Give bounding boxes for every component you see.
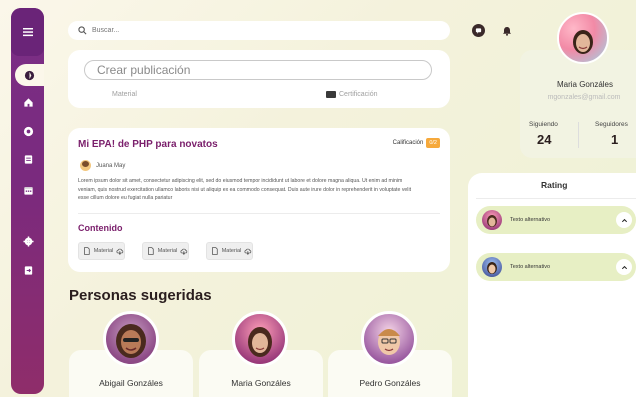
sidebar: [11, 8, 44, 394]
chevron-up-icon: [621, 265, 627, 269]
profile-email: mgonzales@gmail.com: [547, 94, 621, 101]
cloud-download-icon: [180, 248, 188, 255]
messages-button[interactable]: [472, 24, 485, 37]
post-body: Lorem ipsum dolor sit amet, consectetur …: [78, 178, 412, 201]
create-option-label: Certificación: [339, 91, 378, 98]
rating-item[interactable]: Texto alternativo: [476, 206, 636, 234]
notifications-button[interactable]: [500, 24, 513, 37]
post-card: Mi EPA! de PHP para novatos Calificación…: [68, 128, 450, 272]
avatar[interactable]: [232, 311, 288, 367]
notification-icon: [502, 26, 511, 36]
sidebar-item-calendar[interactable]: [20, 182, 36, 198]
rating-item-label: Texto alternativo: [510, 217, 551, 223]
post-title[interactable]: Mi EPA! de PHP para novatos: [78, 139, 218, 150]
menu-button[interactable]: [11, 8, 44, 56]
search-icon: [78, 26, 87, 35]
suggested-title: Personas sugeridas: [69, 287, 212, 304]
sidebar-item-logout[interactable]: [20, 262, 36, 278]
suggested-name: Abigail Gonzáles: [99, 378, 163, 388]
material-label: Material: [221, 248, 242, 254]
calendar-icon: [23, 186, 33, 195]
divider: [578, 122, 579, 148]
sidebar-item-explore[interactable]: [15, 64, 44, 86]
material-label: Material: [93, 248, 114, 254]
logout-icon: [24, 265, 32, 275]
sidebar-item-documents[interactable]: [20, 151, 36, 167]
material-chip[interactable]: Material: [78, 242, 125, 260]
suggested-name: Pedro Gonzáles: [359, 378, 421, 388]
search-input[interactable]: [92, 27, 392, 34]
sidebar-item-records[interactable]: [20, 123, 36, 139]
following-label: Siguiendo: [529, 121, 558, 128]
settings-icon: [22, 235, 34, 247]
create-post-input[interactable]: Crear publicación: [84, 60, 432, 80]
record-icon: [23, 126, 33, 136]
rating-title: Rating: [541, 180, 568, 190]
avatar[interactable]: [361, 311, 417, 367]
sidebar-item-settings[interactable]: [20, 233, 36, 249]
avatar[interactable]: [103, 311, 159, 367]
message-icon: [475, 28, 482, 34]
document-icon: [148, 247, 154, 255]
document-icon: [84, 247, 90, 255]
create-option-material[interactable]: Material: [112, 91, 137, 98]
home-icon: [23, 97, 33, 107]
grade-badge: 0/2: [426, 138, 440, 148]
expand-button[interactable]: [616, 259, 632, 275]
divider: [476, 198, 636, 199]
material-label: Material: [157, 248, 178, 254]
avatar: [80, 160, 91, 171]
divider: [78, 213, 440, 214]
profile-avatar[interactable]: [557, 12, 609, 64]
rating-item[interactable]: Texto alternativo: [476, 253, 636, 281]
post-grade: Calificación 0/2: [393, 138, 440, 148]
expand-button[interactable]: [616, 212, 632, 228]
profile-name: Maria Gonzáles: [556, 80, 614, 89]
suggested-name: Maria Gonzáles: [231, 378, 291, 388]
app-page: Crear publicación Material Certificación…: [0, 0, 636, 397]
material-chip[interactable]: Material: [206, 242, 253, 260]
sidebar-item-home[interactable]: [20, 94, 36, 110]
cloud-download-icon: [244, 248, 252, 255]
search-bar[interactable]: [68, 21, 450, 40]
certificate-icon: [326, 91, 336, 98]
followers-label: Seguidores: [595, 121, 628, 128]
followers-count[interactable]: 1: [611, 132, 618, 147]
cloud-download-icon: [116, 248, 124, 255]
avatar: [482, 210, 502, 230]
grade-label: Calificación: [392, 140, 424, 146]
content-heading: Contenido: [78, 223, 123, 233]
document-icon: [24, 154, 32, 164]
document-icon: [212, 247, 218, 255]
create-option-label: Material: [112, 91, 137, 98]
following-count[interactable]: 24: [537, 132, 551, 147]
author-name: Juana May: [96, 162, 126, 169]
create-post-card: Crear publicación Material Certificación: [68, 50, 450, 108]
menu-icon: [22, 28, 33, 37]
create-option-certification[interactable]: Certificación: [326, 91, 378, 98]
chevron-up-icon: [621, 218, 627, 222]
avatar: [482, 257, 502, 277]
post-author[interactable]: Juana May: [80, 160, 125, 171]
explore-icon: [24, 70, 35, 80]
material-chip[interactable]: Material: [142, 242, 189, 260]
rating-item-label: Texto alternativo: [510, 264, 551, 270]
